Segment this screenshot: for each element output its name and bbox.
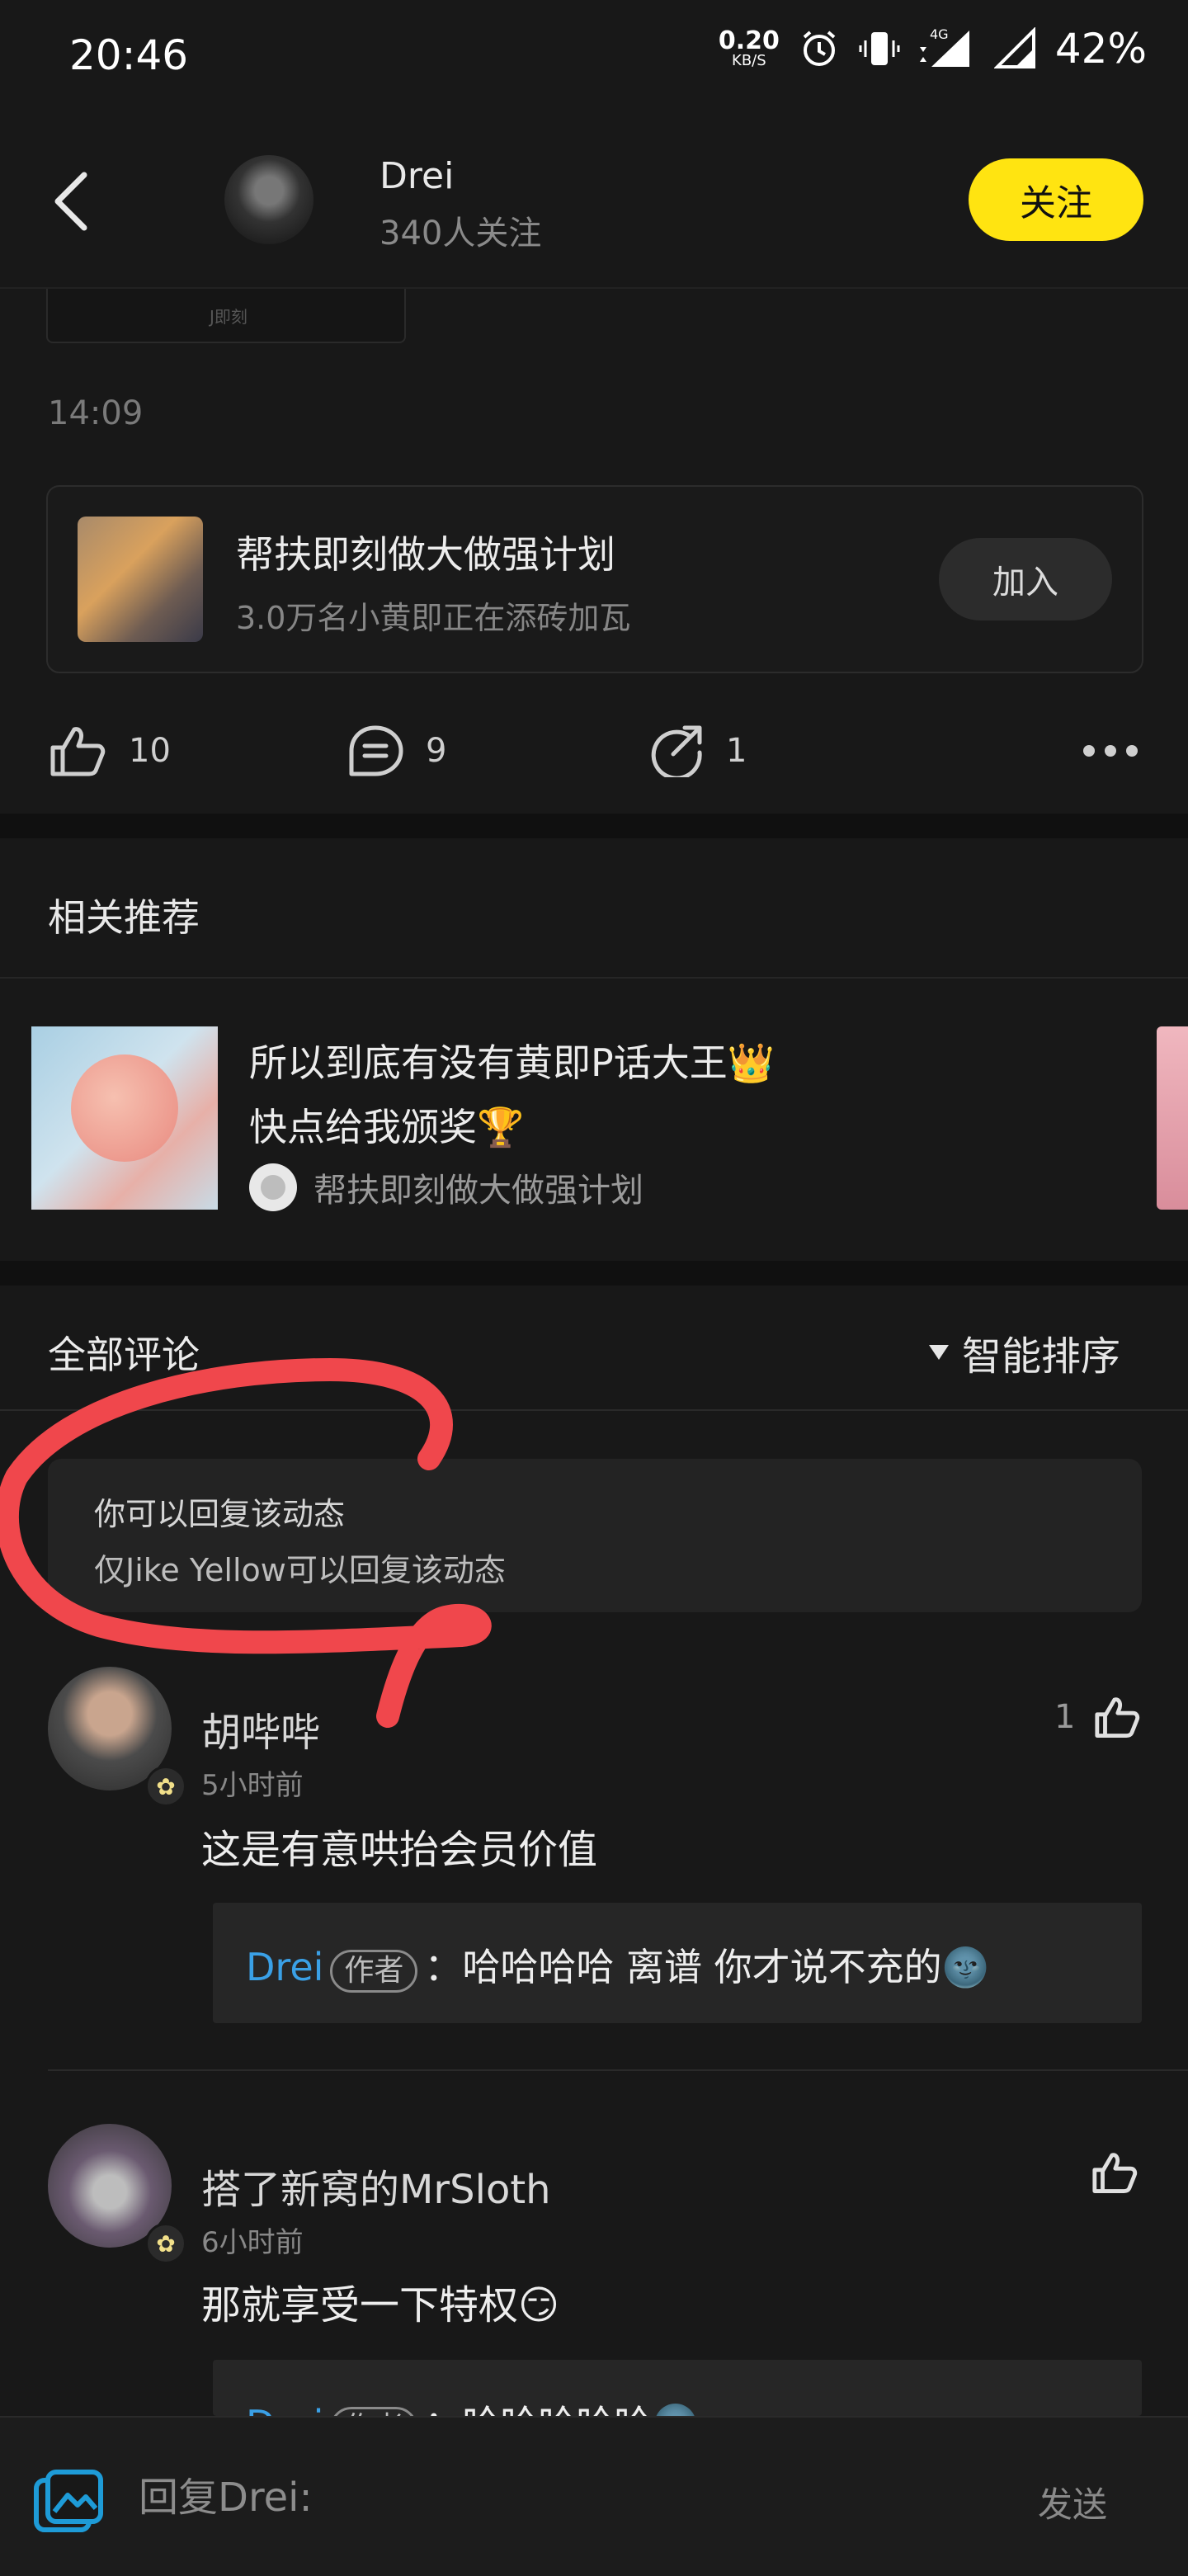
alarm-icon	[803, 31, 836, 66]
post-action-bar: 10 9 1	[0, 710, 1188, 792]
join-button[interactable]: 加入	[939, 538, 1112, 620]
profile-header: Drei 340人关注 关注	[0, 116, 1188, 289]
comment-text: 这是有意哄抬会员价值	[201, 1827, 598, 1873]
caret-down-icon	[929, 1345, 949, 1360]
topic-subtitle: 3.0万名小黄即正在添砖加瓦	[236, 600, 631, 636]
reply-text: ：哈哈哈哈 离谱 你才说不充的🌚	[424, 1945, 989, 1989]
status-icons: 0.20 KB/S 4G 42%	[719, 25, 1147, 73]
user-name[interactable]: Drei	[380, 155, 454, 197]
avatar[interactable]	[224, 155, 314, 244]
section-separator	[0, 814, 1188, 838]
member-badge-icon: ✿	[145, 2223, 186, 2264]
comment-time: 5小时前	[201, 1769, 304, 1802]
comment-like-button[interactable]: 1	[1054, 1695, 1141, 1739]
section-separator	[0, 1261, 1188, 1286]
reply-author[interactable]: Drei	[246, 1945, 323, 1989]
reply-permission-notice: 你可以回复该动态 仅Jike Yellow可以回复该动态	[48, 1459, 1142, 1612]
topic-thumbnail	[78, 517, 203, 642]
send-button[interactable]: 发送	[1038, 2477, 1107, 2527]
vibrate-icon	[859, 32, 900, 65]
author-tag: 作者	[330, 2407, 418, 2416]
battery-level: 42%	[1054, 25, 1147, 73]
author-reply[interactable]: Drei 作者 ：哈哈哈哈哈🌚	[213, 2360, 1142, 2416]
commenter-name[interactable]: 搭了新窝的MrSloth	[201, 2157, 551, 2215]
follower-count: 340人关注	[380, 215, 542, 252]
related-title: 相关推荐	[48, 895, 200, 940]
post-image[interactable]: J即刻	[46, 289, 406, 343]
signal-icon	[993, 27, 1035, 68]
comment-button[interactable]: 9	[346, 725, 447, 776]
member-badge-icon: ✿	[145, 1766, 186, 1807]
related-next-thumbnail[interactable]	[1157, 1026, 1188, 1210]
sort-button[interactable]: 智能排序	[927, 1323, 1120, 1381]
status-time: 20:46	[69, 31, 189, 79]
divider	[48, 2069, 1188, 2071]
network-speed: 0.20 KB/S	[718, 26, 780, 69]
comment-like-button[interactable]	[1091, 2150, 1138, 2195]
comments-title: 全部评论	[48, 1333, 200, 1377]
related-topic: 帮扶即刻做大做强计划	[249, 1163, 644, 1211]
related-thumbnail[interactable]	[31, 1026, 218, 1210]
reply-author[interactable]: Drei	[246, 2402, 323, 2416]
thumbs-up-icon	[1092, 2153, 1138, 2193]
signal-4g-icon: 4G	[919, 27, 969, 67]
follow-button[interactable]: 关注	[969, 158, 1143, 241]
image-watermark: J即刻	[210, 307, 248, 327]
status-bar: 20:46 0.20 KB/S 4G 42%	[0, 0, 1188, 116]
topic-icon	[249, 1163, 297, 1211]
related-text-line1: 所以到底有没有黄即P话大王👑	[249, 1040, 776, 1085]
share-button[interactable]: 1	[648, 725, 747, 777]
post-time: 14:09	[48, 394, 144, 432]
back-arrow-icon[interactable]	[46, 168, 96, 234]
comment-time: 6小时前	[201, 2226, 304, 2259]
reply-text: ：哈哈哈哈哈🌚	[424, 2402, 699, 2416]
commenter-name[interactable]: 胡哔哔	[201, 1700, 320, 1757]
divider	[0, 977, 1188, 979]
like-count: 10	[129, 732, 171, 770]
comment-text: 那就享受一下特权😏	[201, 2282, 560, 2328]
share-count: 1	[726, 732, 747, 770]
comment-count: 9	[426, 732, 447, 770]
divider	[0, 1409, 1188, 1411]
author-tag: 作者	[330, 1950, 418, 1993]
topic-card[interactable]: 帮扶即刻做大做强计划 3.0万名小黄即正在添砖加瓦 加入	[46, 485, 1143, 673]
like-button[interactable]: 10	[48, 726, 171, 776]
author-reply[interactable]: Drei 作者 ：哈哈哈哈 离谱 你才说不充的🌚	[213, 1903, 1142, 2023]
image-picker-icon[interactable]	[33, 2469, 104, 2533]
thumbs-up-icon	[50, 727, 106, 776]
more-options-icon[interactable]	[1081, 726, 1140, 776]
share-icon	[651, 725, 702, 777]
comment-icon	[349, 725, 403, 776]
related-text-line2: 快点给我颁奖🏆	[249, 1105, 525, 1149]
reply-input[interactable]	[137, 2474, 883, 2522]
thumbs-up-icon	[1095, 1697, 1140, 1738]
topic-title: 帮扶即刻做大做强计划	[236, 532, 615, 577]
svg-text:4G: 4G	[930, 27, 949, 42]
reply-bar: 发送	[0, 2416, 1188, 2576]
